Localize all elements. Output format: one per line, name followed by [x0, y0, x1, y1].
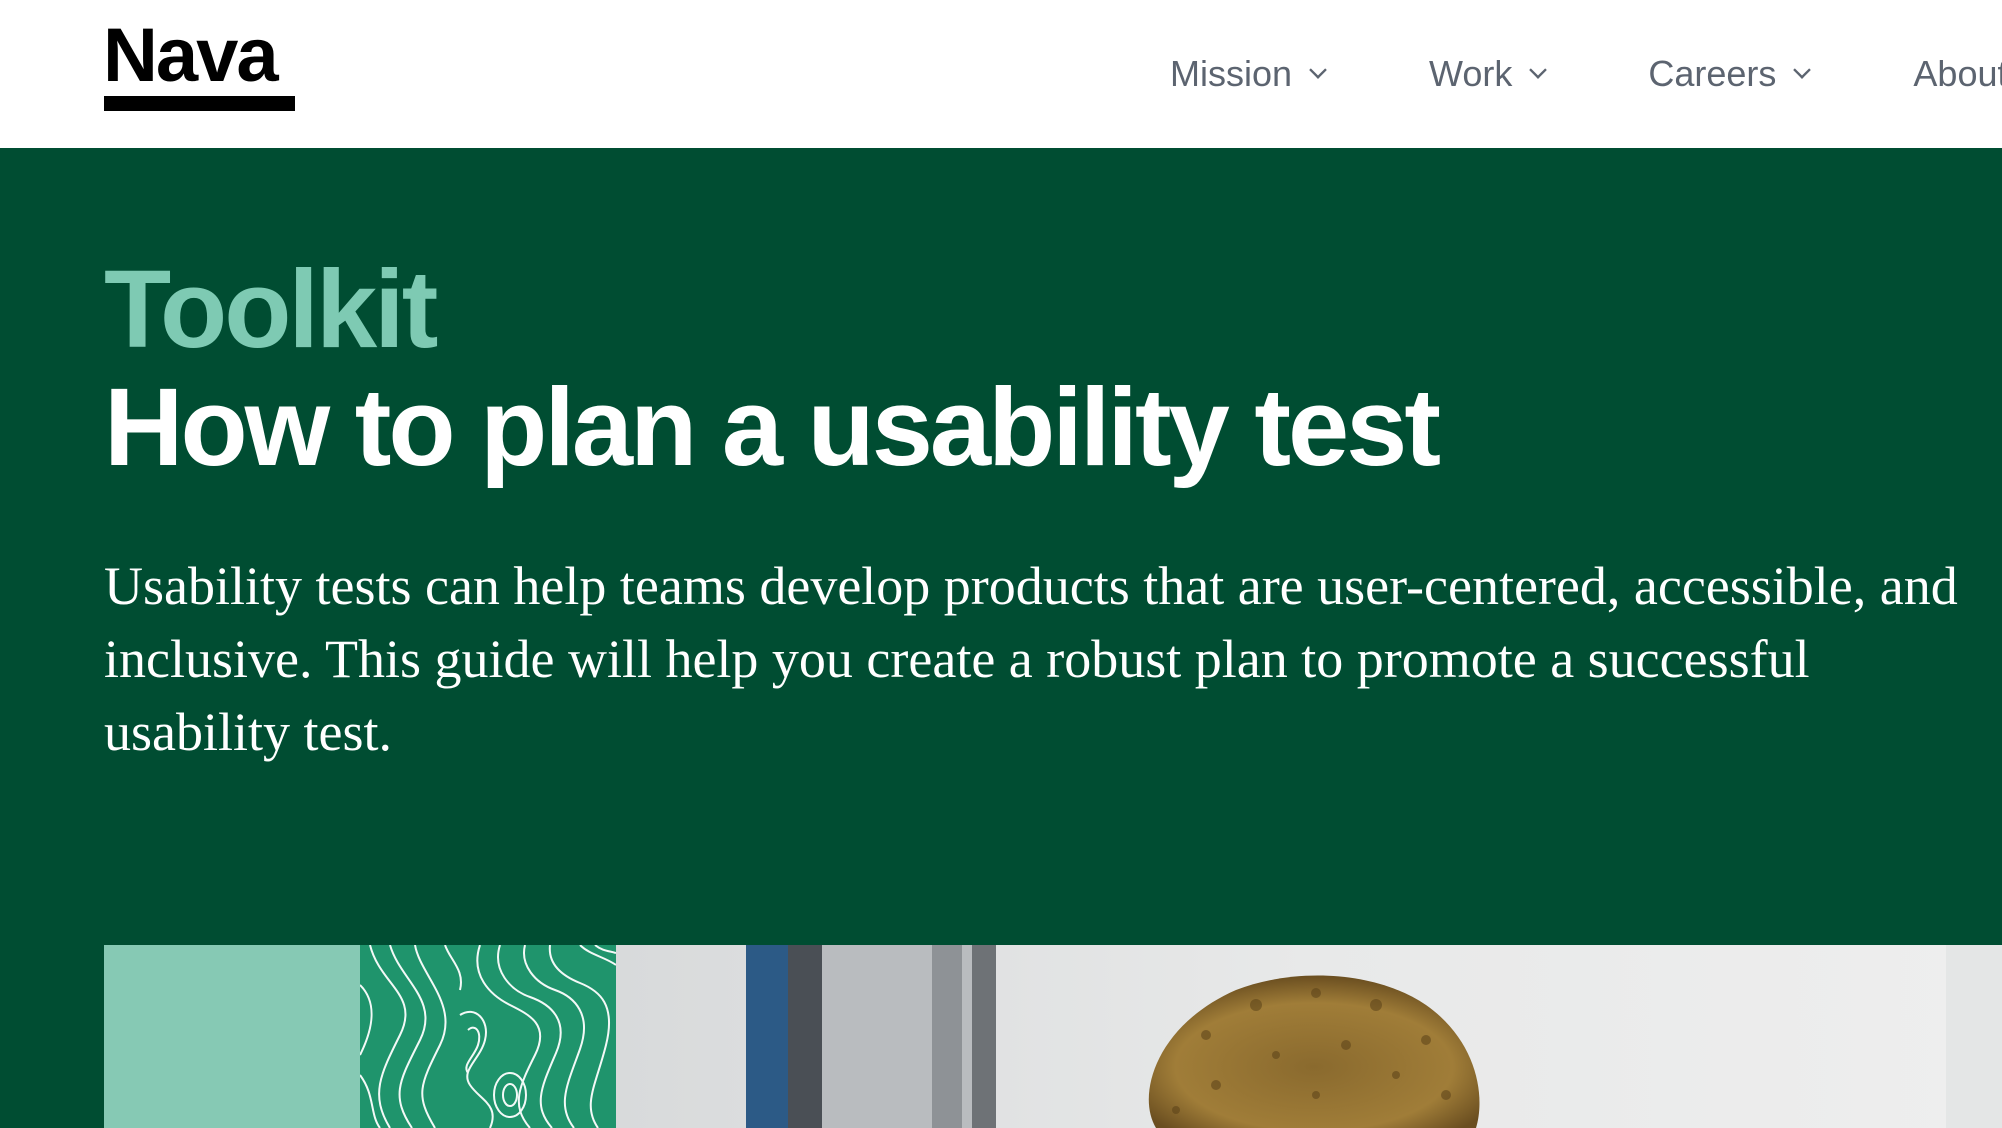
main-nav: Mission Work Careers About	[1170, 50, 2002, 98]
chevron-down-icon	[1529, 61, 1548, 79]
site-header: Nava Mission Work Careers About	[0, 0, 2002, 148]
topographic-pattern-graphic	[360, 945, 616, 1128]
eyebrow-label: Toolkit	[104, 248, 438, 371]
hero-media-row	[104, 945, 2002, 1128]
logo-underline	[104, 96, 295, 111]
chevron-down-icon	[1793, 61, 1812, 79]
topographic-pattern-tile	[360, 945, 616, 1128]
page-title: How to plan a usability test	[104, 366, 1441, 489]
nav-label-about: About	[1913, 53, 2002, 94]
nav-item-about[interactable]: About	[1913, 53, 2002, 95]
nava-logo[interactable]: Nava	[103, 18, 279, 94]
person-photo-graphic	[616, 945, 2002, 1128]
nav-item-work[interactable]: Work	[1429, 53, 1548, 95]
mint-tile	[104, 945, 360, 1128]
nav-label-mission: Mission	[1170, 53, 1293, 94]
hero-section: Toolkit How to plan a usability test Usa…	[0, 148, 2002, 1128]
nav-label-careers: Careers	[1648, 53, 1777, 94]
chevron-down-icon	[1309, 61, 1327, 79]
nav-item-mission[interactable]: Mission	[1170, 53, 1327, 95]
person-photo	[616, 945, 2002, 1128]
nav-label-work: Work	[1429, 53, 1513, 94]
hero-description: Usability tests can help teams develop p…	[104, 556, 1958, 762]
nav-item-careers[interactable]: Careers	[1648, 53, 1812, 95]
